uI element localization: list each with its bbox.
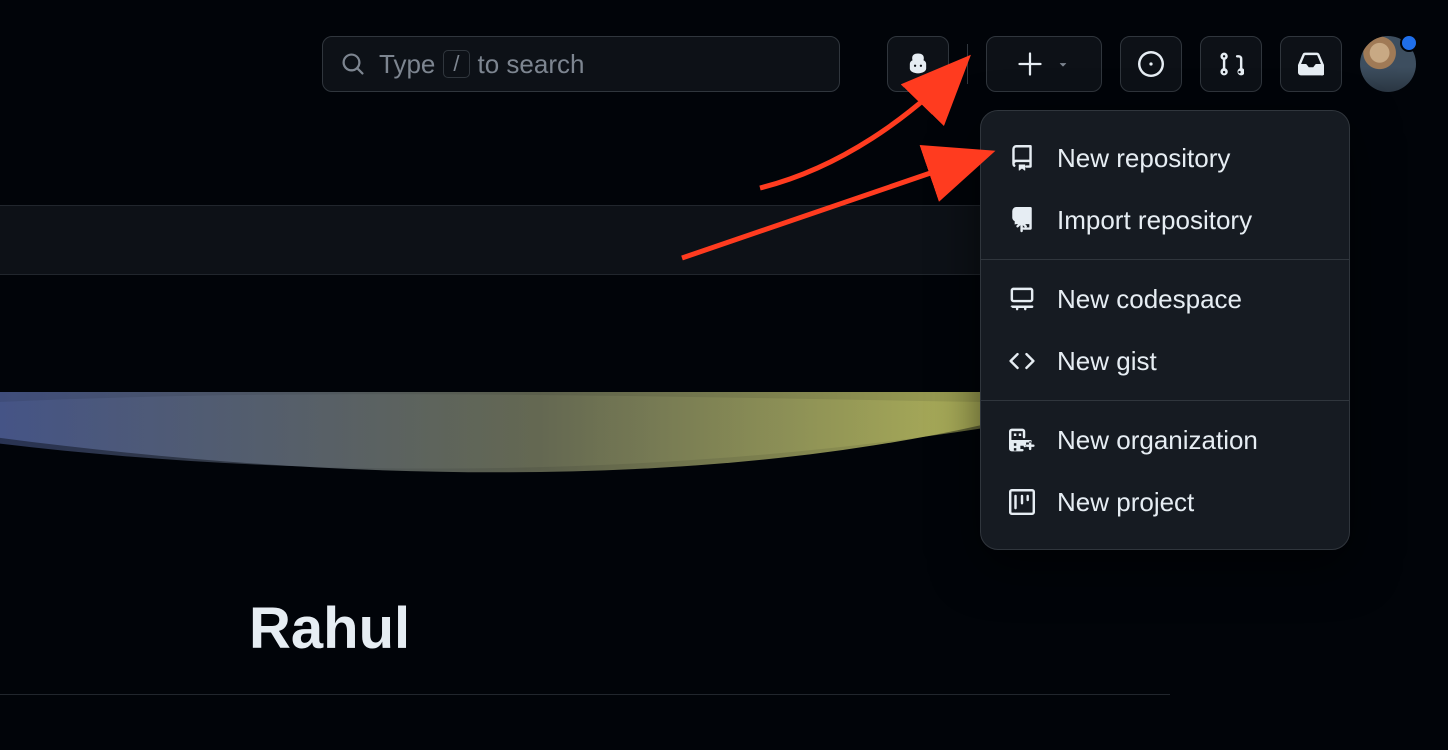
title-underline (0, 694, 1170, 695)
pull-requests-button[interactable] (1200, 36, 1262, 92)
search-icon (341, 52, 365, 76)
menu-item-label: New organization (1057, 425, 1258, 456)
avatar[interactable] (1360, 36, 1416, 92)
create-new-button[interactable] (986, 36, 1102, 92)
chevron-down-icon (1056, 57, 1070, 71)
menu-item-new-codespace[interactable]: New codespace (981, 268, 1349, 330)
page-title: Rahul (249, 595, 410, 662)
pull-request-icon (1218, 51, 1244, 77)
menu-item-new-repository[interactable]: New repository (981, 127, 1349, 189)
menu-separator (981, 400, 1349, 401)
menu-item-label: New gist (1057, 346, 1157, 377)
issues-button[interactable] (1120, 36, 1182, 92)
decorative-wave (0, 392, 980, 492)
menu-item-new-organization[interactable]: New organization (981, 409, 1349, 471)
create-new-menu: New repository Import repository New cod… (980, 110, 1350, 550)
inbox-icon (1298, 51, 1324, 77)
menu-item-new-gist[interactable]: New gist (981, 330, 1349, 392)
repo-icon (1009, 145, 1035, 171)
search-input[interactable]: Type / to search (322, 36, 840, 92)
kbd-slash: / (443, 50, 469, 78)
notifications-button[interactable] (1280, 36, 1342, 92)
copilot-button[interactable] (887, 36, 949, 92)
plus-icon (1018, 52, 1042, 76)
code-icon (1009, 348, 1035, 374)
user-display-name: Rahul (249, 595, 410, 662)
menu-item-label: Import repository (1057, 205, 1252, 236)
copilot-icon (904, 50, 932, 78)
menu-item-new-project[interactable]: New project (981, 471, 1349, 533)
menu-item-import-repository[interactable]: Import repository (981, 189, 1349, 251)
menu-item-label: New project (1057, 487, 1194, 518)
search-placeholder: Type / to search (379, 49, 584, 80)
menu-separator (981, 259, 1349, 260)
menu-item-label: New codespace (1057, 284, 1242, 315)
top-navigation: Type / to search (0, 0, 1448, 128)
issue-opened-icon (1138, 51, 1164, 77)
codespace-icon (1009, 286, 1035, 312)
notification-dot (1400, 34, 1418, 52)
org-icon (1009, 427, 1035, 453)
menu-item-label: New repository (1057, 143, 1230, 174)
repo-push-icon (1009, 207, 1035, 233)
project-icon (1009, 489, 1035, 515)
toolbar-divider (967, 44, 968, 84)
